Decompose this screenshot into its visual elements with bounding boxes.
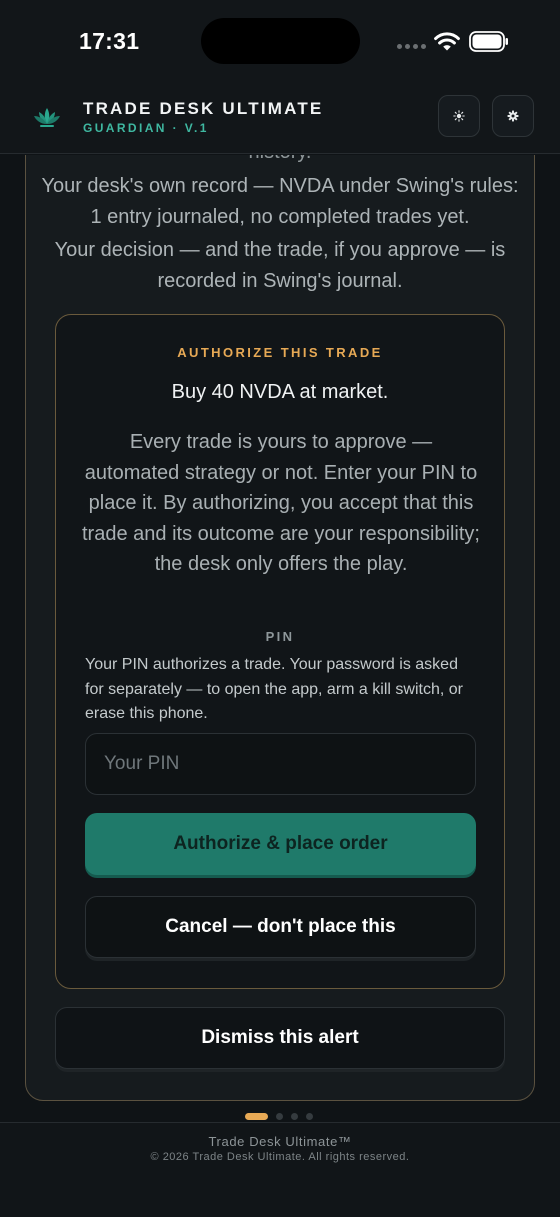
battery-icon: [469, 31, 508, 52]
authorize-trade-panel: AUTHORIZE THIS TRADE Buy 40 NVDA at mark…: [55, 314, 505, 989]
settings-button[interactable]: [492, 95, 534, 137]
dynamic-island: [201, 18, 360, 64]
cancel-order-button[interactable]: Cancel — don't place this: [85, 896, 476, 958]
pager-dot[interactable]: [291, 1113, 298, 1120]
sun-icon: [453, 110, 465, 122]
footer-brand: Trade Desk Ultimate™: [208, 1134, 352, 1149]
authorize-disclaimer: Every trade is yours to approve — automa…: [82, 431, 480, 575]
footer: Trade Desk Ultimate™ © 2026 Trade Desk U…: [0, 1122, 560, 1217]
app-title: TRADE DESK ULTIMATE: [83, 99, 324, 118]
theme-toggle-button[interactable]: [438, 95, 480, 137]
lotus-icon: [34, 108, 60, 127]
pager-dot[interactable]: [276, 1113, 283, 1120]
pin-input[interactable]: [85, 733, 476, 795]
history-text: history.: [0, 155, 560, 164]
order-summary: Buy 40 NVDA at market.: [171, 381, 389, 403]
alert-scroll-area[interactable]: history. Your desk's own record — NVDA u…: [0, 155, 560, 1121]
pager-dot[interactable]: [245, 1113, 268, 1120]
pin-label: PIN: [265, 629, 295, 644]
dismiss-alert-button[interactable]: Dismiss this alert: [55, 1007, 505, 1069]
cellular-signal-icon: [397, 44, 426, 49]
app-subtitle: GUARDIAN · V.1: [83, 121, 209, 135]
status-time: 17:31: [79, 28, 140, 54]
status-bar: 17:31: [0, 0, 560, 84]
authorize-place-order-button[interactable]: Authorize & place order: [85, 813, 476, 875]
alert-pager[interactable]: [245, 1113, 313, 1120]
gear-icon: [507, 110, 519, 122]
authorize-title: AUTHORIZE THIS TRADE: [177, 345, 383, 360]
app-header: TRADE DESK ULTIMATE GUARDIAN · V.1: [0, 84, 560, 154]
pin-help-text: Your PIN authorizes a trade. Your passwo…: [85, 656, 463, 722]
decision-note-text: Your decision — and the trade, if you ap…: [54, 239, 506, 292]
pager-dot[interactable]: [306, 1113, 313, 1120]
desk-record-text: Your desk's own record — NVDA under Swin…: [41, 175, 519, 228]
wifi-icon: [434, 32, 460, 51]
footer-copyright: © 2026 Trade Desk Ultimate. All rights r…: [150, 1151, 410, 1163]
